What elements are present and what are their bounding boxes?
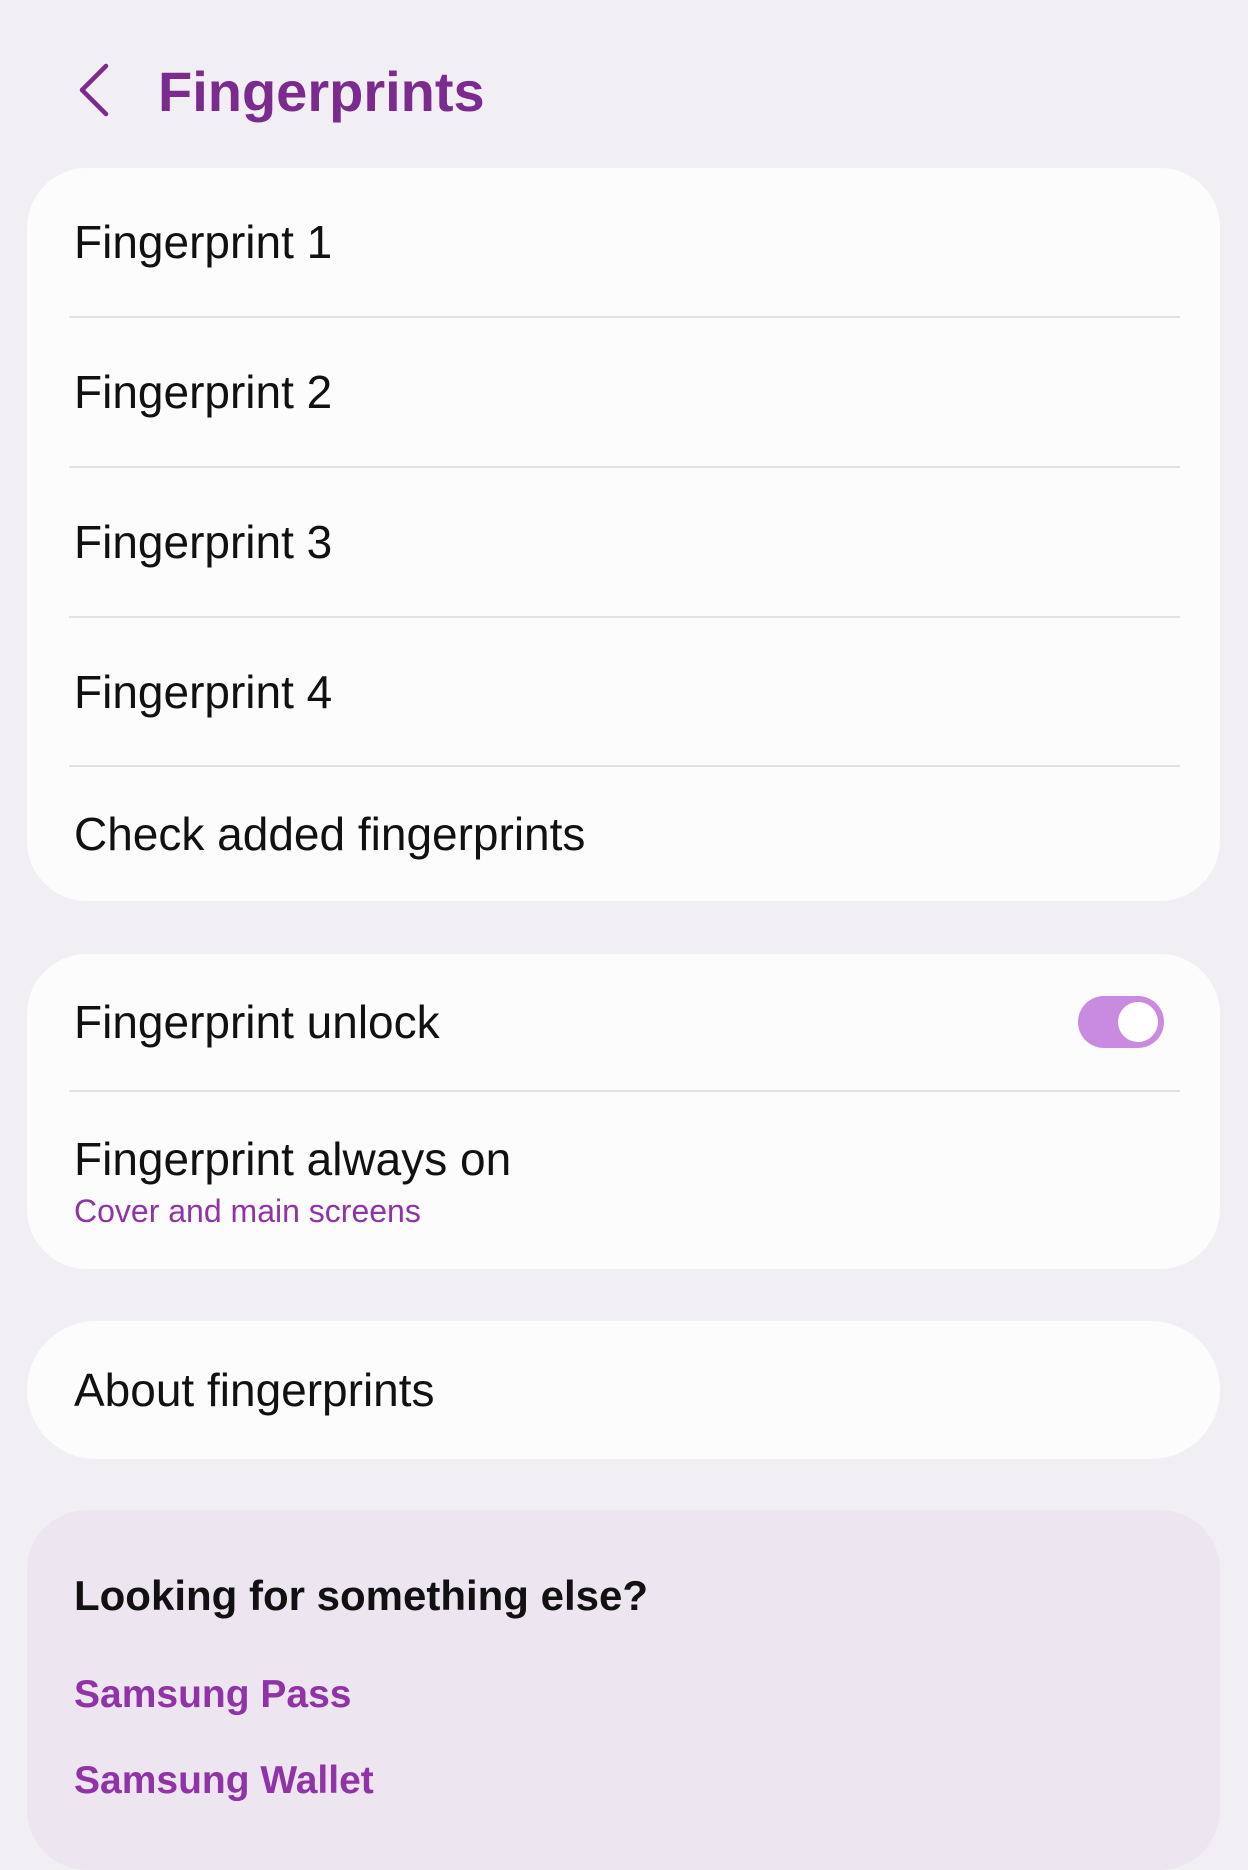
back-button[interactable] — [64, 54, 124, 126]
fingerprint-settings-card: Fingerprint unlock Fingerprint always on… — [27, 954, 1220, 1269]
suggestions-title: Looking for something else? — [74, 1572, 649, 1619]
fingerprint-item-4[interactable]: Fingerprint 4 — [27, 618, 1220, 766]
fingerprint-item-label: Fingerprint 4 — [74, 666, 333, 718]
chevron-left-icon — [79, 63, 109, 117]
fingerprint-item-2[interactable]: Fingerprint 2 — [27, 318, 1220, 466]
fingerprint-item-label: Fingerprint 2 — [74, 366, 333, 418]
check-added-fingerprints-label: Check added fingerprints — [74, 808, 586, 860]
fingerprint-always-on-item[interactable]: Fingerprint always on Cover and main scr… — [27, 1092, 1220, 1269]
check-added-fingerprints-item[interactable]: Check added fingerprints — [27, 767, 1220, 901]
app-header: Fingerprints — [0, 0, 1248, 180]
fingerprints-list-card: Fingerprint 1 Fingerprint 2 Fingerprint … — [27, 168, 1220, 901]
fingerprint-item-3[interactable]: Fingerprint 3 — [27, 468, 1220, 616]
fingerprint-unlock-label: Fingerprint unlock — [74, 996, 440, 1048]
fingerprint-unlock-toggle[interactable] — [1078, 996, 1164, 1048]
fingerprint-item-1[interactable]: Fingerprint 1 — [27, 168, 1220, 316]
fingerprint-always-on-value: Cover and main screens — [74, 1192, 421, 1229]
fingerprint-unlock-item[interactable]: Fingerprint unlock — [27, 954, 1220, 1090]
about-fingerprints-label: About fingerprints — [74, 1364, 435, 1416]
suggestions-card: Looking for something else? Samsung Pass… — [27, 1510, 1220, 1870]
toggle-knob — [1118, 1002, 1158, 1042]
about-fingerprints-item[interactable]: About fingerprints — [27, 1321, 1220, 1459]
fingerprint-always-on-label: Fingerprint always on — [74, 1132, 512, 1185]
samsung-pass-link[interactable]: Samsung Pass — [74, 1671, 351, 1719]
fingerprint-item-label: Fingerprint 1 — [74, 216, 333, 268]
about-card: About fingerprints — [27, 1321, 1220, 1459]
samsung-wallet-link[interactable]: Samsung Wallet — [74, 1757, 374, 1805]
page-title: Fingerprints — [158, 60, 485, 123]
fingerprint-item-label: Fingerprint 3 — [74, 516, 333, 568]
